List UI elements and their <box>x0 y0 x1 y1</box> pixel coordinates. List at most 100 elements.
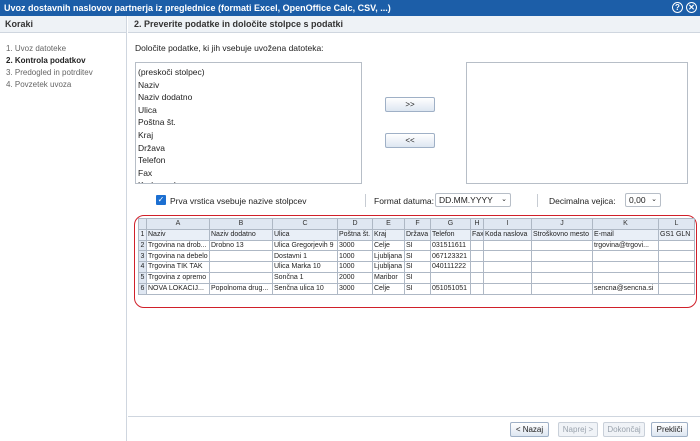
table-cell: trgovina@trgovi... <box>592 239 659 252</box>
selected-fields-list[interactable] <box>466 62 688 184</box>
table-row: 6 NOVA LOKACIJ... Popolnoma drug... Senčna … <box>138 282 695 295</box>
column-letter[interactable]: B <box>209 218 273 230</box>
table-cell <box>592 271 659 284</box>
main-panel: 2. Preverite podatke in določite stolpce… <box>128 16 700 416</box>
separator <box>537 194 538 207</box>
field-option[interactable]: Država <box>138 142 361 155</box>
table-cell: SI <box>404 261 431 273</box>
column-letter[interactable]: L <box>658 218 695 230</box>
wizard-footer: < Nazaj Naprej > Dokončaj Prekliči <box>128 416 700 441</box>
table-cell <box>470 239 484 252</box>
help-icon[interactable]: ? <box>672 2 683 13</box>
field-option[interactable]: Kraj <box>138 129 361 142</box>
step-item: 1. Uvoz datoteke <box>6 44 67 53</box>
table-cell <box>531 271 593 284</box>
table-cell: Drobno 13 <box>209 239 273 252</box>
table-cell <box>470 261 484 273</box>
chevron-down-icon: ⌄ <box>501 196 507 203</box>
column-letter[interactable]: D <box>337 218 373 230</box>
table-cell: Ljubljana <box>372 250 405 263</box>
field-option[interactable]: Poštna št. <box>138 116 361 129</box>
table-cell: Maribor <box>372 271 405 284</box>
table-cell <box>430 271 471 284</box>
column-letter[interactable] <box>138 218 147 230</box>
table-cell: Država <box>404 228 431 241</box>
table-cell <box>470 271 484 284</box>
table-cell <box>658 250 695 263</box>
field-option[interactable]: Naziv dodatno <box>138 91 361 104</box>
column-letter[interactable]: G <box>430 218 471 230</box>
date-format-value: DD.MM.YYYY <box>439 195 493 205</box>
next-button[interactable]: Naprej > <box>558 422 598 437</box>
close-icon[interactable]: ✕ <box>686 2 697 13</box>
row-number: 6 <box>138 282 147 295</box>
table-cell: Sončna 1 <box>272 271 338 284</box>
field-option[interactable]: (preskoči stolpec) <box>138 66 361 79</box>
table-cell: E-mail <box>592 228 659 241</box>
row-number: 4 <box>138 261 147 273</box>
table-cell: Poštna št. <box>337 228 373 241</box>
decimal-label: Decimalna vejica: <box>549 196 616 206</box>
table-cell: Naziv <box>146 228 210 241</box>
field-option[interactable]: Ulica <box>138 104 361 117</box>
table-cell <box>483 239 532 252</box>
table-cell <box>531 239 593 252</box>
cancel-button[interactable]: Prekliči <box>651 422 688 437</box>
row-number: 5 <box>138 271 147 284</box>
sidebar-heading: Koraki <box>0 16 126 33</box>
table-cell <box>483 250 532 263</box>
first-row-label: Prva vrstica vsebuje nazive stolpcev <box>170 196 307 206</box>
table-cell: Kraj <box>372 228 405 241</box>
column-letter[interactable]: F <box>404 218 431 230</box>
available-fields-list[interactable]: (preskoči stolpec) Naziv Naziv dodatno Ulic… <box>135 62 362 184</box>
column-letter[interactable]: J <box>531 218 593 230</box>
table-cell: Koda naslova <box>483 228 532 241</box>
column-letter[interactable]: I <box>483 218 532 230</box>
chevron-down-icon: ⌄ <box>651 196 657 203</box>
table-cell: SI <box>404 239 431 252</box>
field-option[interactable]: Fax <box>138 167 361 180</box>
table-cell: GS1 GLN <box>658 228 695 241</box>
row-number: 2 <box>138 239 147 252</box>
data-preview-highlight: A B C D E F G H I J K L 1 Naziv Naziv dodatno Ulica Pošt… <box>134 215 697 308</box>
instruction-text: Določite podatke, ki jih vsebuje uvožena… <box>135 43 324 53</box>
finish-button[interactable]: Dokončaj <box>603 422 645 437</box>
column-letter[interactable]: A <box>146 218 210 230</box>
table-cell: NOVA LOKACIJ... <box>146 282 210 295</box>
table-cell: Ulica Gregorjevih 9 <box>272 239 338 252</box>
date-format-label: Format datuma: <box>374 196 434 206</box>
table-cell <box>658 239 695 252</box>
table-cell: Naziv dodatno <box>209 228 273 241</box>
date-format-select[interactable]: DD.MM.YYYY ⌄ <box>435 193 511 207</box>
column-letter[interactable]: K <box>592 218 659 230</box>
column-letter[interactable]: H <box>470 218 484 230</box>
table-cell: Ulica Marka 10 <box>272 261 338 273</box>
table-cell <box>531 261 593 273</box>
table-cell <box>483 271 532 284</box>
table-cell: Trgovina na debelo <box>146 250 210 263</box>
table-cell: 2000 <box>337 271 373 284</box>
column-letter[interactable]: C <box>272 218 338 230</box>
decimal-select[interactable]: 0,00 ⌄ <box>625 193 661 207</box>
data-preview-grid: A B C D E F G H I J K L 1 Naziv Naziv dodatno Ulica Pošt… <box>138 218 695 295</box>
remove-field-button[interactable]: << <box>385 133 435 148</box>
table-cell: Trgovina na drob... <box>146 239 210 252</box>
add-field-button[interactable]: >> <box>385 97 435 112</box>
decimal-value: 0,00 <box>629 195 646 205</box>
table-cell <box>209 250 273 263</box>
column-letter[interactable]: E <box>372 218 405 230</box>
first-row-checkbox[interactable]: ✓ <box>156 195 166 205</box>
table-cell: Senčna ulica 10 <box>272 282 338 295</box>
row-number: 1 <box>138 228 147 241</box>
step-item: 2. Kontrola podatkov <box>6 56 86 65</box>
table-cell: 040111222 <box>430 261 471 273</box>
field-option[interactable]: Naziv <box>138 79 361 92</box>
back-button[interactable]: < Nazaj <box>510 422 549 437</box>
table-cell <box>658 282 695 295</box>
field-option[interactable]: Koda naslova <box>138 179 361 183</box>
table-cell: SI <box>404 250 431 263</box>
table-cell: Stroškovno mesto <box>531 228 593 241</box>
field-option[interactable]: Telefon <box>138 154 361 167</box>
table-row: 4 Trgovina TIK TAK Ulica Marka 10 1000 Ljubl… <box>138 261 695 273</box>
table-row: 3 Trgovina na debelo Dostavni 1 1000 Ljublja… <box>138 250 695 263</box>
